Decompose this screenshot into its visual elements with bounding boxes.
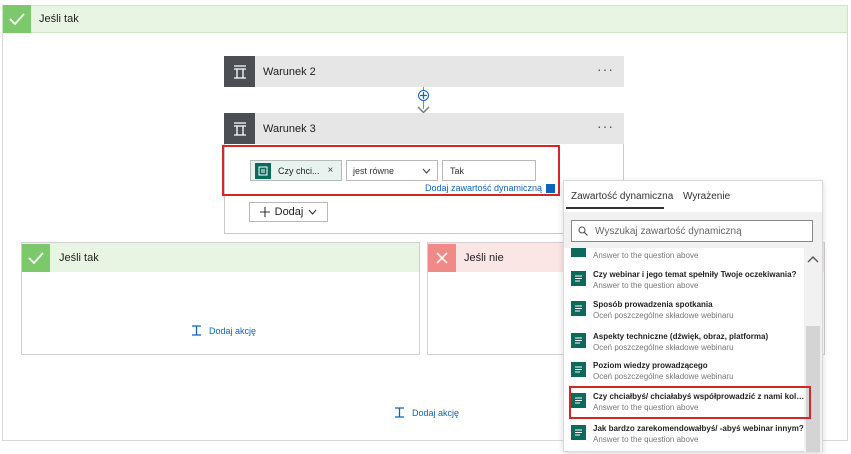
condition-icon	[224, 56, 255, 87]
list-item[interactable]: Czy webinar i jego temat spełniły Twoje …	[571, 270, 809, 300]
branch-yes-card: Jeśli tak	[21, 242, 420, 355]
add-button-label: Dodaj	[274, 206, 304, 218]
outer-branch-header[interactable]: Jeśli tak	[2, 5, 848, 33]
list-item[interactable]: Jak bardzo zarekomendowałbyś/ -abyś webi…	[571, 424, 809, 454]
active-tab-indicator	[566, 207, 664, 209]
condition-2-menu-button[interactable]: ···	[597, 62, 614, 76]
highlight-list-item	[569, 386, 811, 419]
scroll-up-icon[interactable]	[807, 254, 819, 263]
condition-icon	[224, 113, 255, 144]
condition-2-header[interactable]: Warunek 2 ···	[224, 56, 624, 87]
highlight-condition-row	[222, 145, 560, 196]
condition-3-menu-button[interactable]: ···	[597, 119, 614, 133]
condition-3-title: Warunek 3	[263, 122, 316, 135]
outer-add-action-link[interactable]: Dodaj akcję	[394, 407, 459, 418]
tab-dynamic-content[interactable]: Zawartość dynamiczna	[571, 191, 673, 202]
item-subtitle: Answer to the question above	[593, 281, 699, 290]
close-icon	[428, 243, 456, 272]
search-placeholder: Wyszukaj zawartość dynamiczną	[595, 225, 742, 237]
forms-icon	[571, 362, 586, 377]
forms-icon	[571, 425, 586, 440]
checkmark-icon	[3, 5, 31, 33]
checkmark-icon	[22, 243, 50, 272]
list-item[interactable]: Sposób prowadzenia spotkania Oceń poszcze…	[571, 300, 809, 330]
item-subtitle: Answer to the question above	[593, 435, 699, 444]
arrow-down-icon	[417, 105, 430, 114]
branch-yes-add-action-link[interactable]: Dodaj akcję	[191, 325, 256, 336]
branch-yes-header[interactable]: Jeśli tak	[22, 243, 419, 272]
item-subtitle: Oceń poszczególne składowe webinaru	[593, 343, 734, 352]
outer-branch-title: Jeśli tak	[39, 13, 79, 25]
item-title: Jak bardzo zarekomendowałbyś/ -abyś webi…	[593, 424, 804, 433]
branch-no-title: Jeśli nie	[464, 251, 504, 264]
partial-list-item[interactable]: Answer to the question above	[564, 248, 804, 262]
item-subtitle: Oceń poszczególne składowe webinaru	[593, 311, 734, 320]
dynamic-content-search-input[interactable]: Wyszukaj zawartość dynamiczną	[571, 220, 813, 242]
item-subtitle: Oceń poszczególne składowe webinaru	[593, 372, 734, 381]
partial-item-sub: Answer to the question above	[593, 251, 699, 260]
plus-icon	[259, 207, 270, 217]
add-action-icon	[192, 325, 201, 336]
search-icon	[578, 226, 588, 236]
item-title: Czy webinar i jego temat spełniły Twoje …	[593, 270, 797, 279]
forms-icon	[571, 271, 586, 286]
forms-icon	[571, 248, 586, 257]
add-action-icon	[395, 407, 404, 418]
chevron-down-icon	[308, 209, 317, 215]
insert-step-plus-icon[interactable]	[418, 90, 429, 101]
item-title: Aspekty techniczne (dźwięk, obraz, platf…	[593, 332, 769, 341]
list-item[interactable]: Aspekty techniczne (dźwięk, obraz, platf…	[571, 332, 809, 362]
condition-3-header[interactable]: Warunek 3 ···	[224, 113, 624, 144]
item-title: Sposób prowadzenia spotkania	[593, 300, 713, 309]
outer-add-action-label: Dodaj akcję	[412, 407, 460, 418]
branch-yes-add-action-label: Dodaj akcję	[209, 325, 257, 336]
condition-2-title: Warunek 2	[263, 65, 316, 78]
tab-expression[interactable]: Wyrażenie	[683, 191, 730, 202]
add-button[interactable]: Dodaj	[249, 202, 328, 222]
forms-icon	[571, 301, 586, 316]
forms-icon	[571, 333, 586, 348]
branch-yes-title: Jeśli tak	[59, 251, 99, 264]
item-title: Poziom wiedzy prowadzącego	[593, 361, 708, 370]
